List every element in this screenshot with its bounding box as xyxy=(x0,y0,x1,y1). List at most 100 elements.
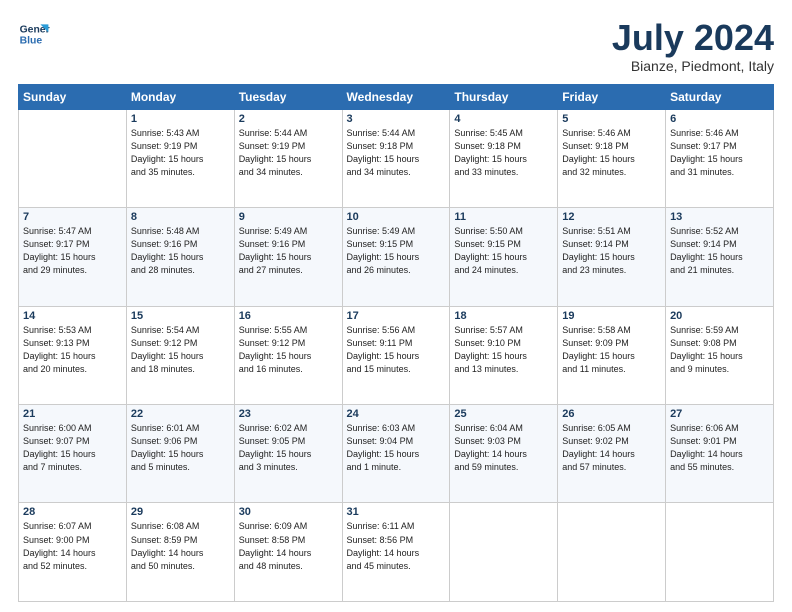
day-info: Sunrise: 6:04 AMSunset: 9:03 PMDaylight:… xyxy=(454,422,553,474)
table-row xyxy=(558,503,666,602)
day-number: 22 xyxy=(131,408,230,420)
day-number: 20 xyxy=(670,310,769,322)
day-info: Sunrise: 5:47 AMSunset: 9:17 PMDaylight:… xyxy=(23,225,122,277)
location: Bianze, Piedmont, Italy xyxy=(612,58,774,74)
day-number: 7 xyxy=(23,211,122,223)
table-row: 7 Sunrise: 5:47 AMSunset: 9:17 PMDaylight… xyxy=(19,208,127,306)
day-info: Sunrise: 6:05 AMSunset: 9:02 PMDaylight:… xyxy=(562,422,661,474)
day-info: Sunrise: 5:44 AMSunset: 9:18 PMDaylight:… xyxy=(347,127,446,179)
day-info: Sunrise: 5:53 AMSunset: 9:13 PMDaylight:… xyxy=(23,324,122,376)
calendar-week-3: 14 Sunrise: 5:53 AMSunset: 9:13 PMDayligh… xyxy=(19,306,774,404)
table-row: 4Sunrise: 5:45 AMSunset: 9:18 PMDaylight… xyxy=(450,109,558,207)
day-info: Sunrise: 5:50 AMSunset: 9:15 PMDaylight:… xyxy=(454,225,553,277)
table-row: 16Sunrise: 5:55 AMSunset: 9:12 PMDayligh… xyxy=(234,306,342,404)
day-info: Sunrise: 5:57 AMSunset: 9:10 PMDaylight:… xyxy=(454,324,553,376)
day-info: Sunrise: 6:01 AMSunset: 9:06 PMDaylight:… xyxy=(131,422,230,474)
day-info: Sunrise: 5:46 AMSunset: 9:18 PMDaylight:… xyxy=(562,127,661,179)
day-number: 24 xyxy=(347,408,446,420)
table-row: 11 Sunrise: 5:50 AMSunset: 9:15 PMDayligh… xyxy=(450,208,558,306)
day-info: Sunrise: 6:07 AMSunset: 9:00 PMDaylight:… xyxy=(23,520,122,572)
month-title: July 2024 xyxy=(612,18,774,58)
day-info: Sunrise: 5:49 AMSunset: 9:16 PMDaylight:… xyxy=(239,225,338,277)
col-saturday: Saturday xyxy=(666,84,774,109)
day-number: 5 xyxy=(562,113,661,125)
day-info: Sunrise: 6:03 AMSunset: 9:04 PMDaylight:… xyxy=(347,422,446,474)
table-row: 6 Sunrise: 5:46 AMSunset: 9:17 PMDaylight… xyxy=(666,109,774,207)
col-sunday: Sunday xyxy=(19,84,127,109)
col-thursday: Thursday xyxy=(450,84,558,109)
table-row: 29Sunrise: 6:08 AMSunset: 8:59 PMDayligh… xyxy=(126,503,234,602)
table-row: 21 Sunrise: 6:00 AMSunset: 9:07 PMDayligh… xyxy=(19,405,127,503)
table-row: 31Sunrise: 6:11 AMSunset: 8:56 PMDayligh… xyxy=(342,503,450,602)
day-number: 25 xyxy=(454,408,553,420)
table-row: 30 Sunrise: 6:09 AMSunset: 8:58 PMDayligh… xyxy=(234,503,342,602)
day-number: 1 xyxy=(131,113,230,125)
day-info: Sunrise: 5:55 AMSunset: 9:12 PMDaylight:… xyxy=(239,324,338,376)
table-row: 3 Sunrise: 5:44 AMSunset: 9:18 PMDaylight… xyxy=(342,109,450,207)
day-info: Sunrise: 5:52 AMSunset: 9:14 PMDaylight:… xyxy=(670,225,769,277)
table-row: 24 Sunrise: 6:03 AMSunset: 9:04 PMDayligh… xyxy=(342,405,450,503)
table-row: 1 Sunrise: 5:43 AMSunset: 9:19 PMDaylight… xyxy=(126,109,234,207)
day-number: 10 xyxy=(347,211,446,223)
header: General Blue General Blue July 2024 Bian… xyxy=(18,18,774,74)
day-number: 19 xyxy=(562,310,661,322)
day-number: 26 xyxy=(562,408,661,420)
table-row: 20 Sunrise: 5:59 AMSunset: 9:08 PMDayligh… xyxy=(666,306,774,404)
title-block: July 2024 Bianze, Piedmont, Italy xyxy=(612,18,774,74)
day-info: Sunrise: 6:06 AMSunset: 9:01 PMDaylight:… xyxy=(670,422,769,474)
day-info: Sunrise: 5:48 AMSunset: 9:16 PMDaylight:… xyxy=(131,225,230,277)
day-info: Sunrise: 5:51 AMSunset: 9:14 PMDaylight:… xyxy=(562,225,661,277)
day-info: Sunrise: 6:08 AMSunset: 8:59 PMDaylight:… xyxy=(131,520,230,572)
day-number: 17 xyxy=(347,310,446,322)
day-number: 11 xyxy=(454,211,553,223)
table-row: 23Sunrise: 6:02 AMSunset: 9:05 PMDayligh… xyxy=(234,405,342,503)
day-number: 3 xyxy=(347,113,446,125)
calendar-week-4: 21 Sunrise: 6:00 AMSunset: 9:07 PMDayligh… xyxy=(19,405,774,503)
day-number: 30 xyxy=(239,506,338,518)
day-number: 9 xyxy=(239,211,338,223)
col-monday: Monday xyxy=(126,84,234,109)
table-row: 27Sunrise: 6:06 AMSunset: 9:01 PMDayligh… xyxy=(666,405,774,503)
col-friday: Friday xyxy=(558,84,666,109)
table-row: 15 Sunrise: 5:54 AMSunset: 9:12 PMDayligh… xyxy=(126,306,234,404)
day-info: Sunrise: 5:45 AMSunset: 9:18 PMDaylight:… xyxy=(454,127,553,179)
calendar-week-1: 1 Sunrise: 5:43 AMSunset: 9:19 PMDaylight… xyxy=(19,109,774,207)
page: General Blue General Blue July 2024 Bian… xyxy=(0,0,792,612)
header-row: Sunday Monday Tuesday Wednesday Thursday… xyxy=(19,84,774,109)
table-row: 17Sunrise: 5:56 AMSunset: 9:11 PMDayligh… xyxy=(342,306,450,404)
table-row: 12 Sunrise: 5:51 AMSunset: 9:14 PMDayligh… xyxy=(558,208,666,306)
day-info: Sunrise: 6:09 AMSunset: 8:58 PMDaylight:… xyxy=(239,520,338,572)
day-number: 14 xyxy=(23,310,122,322)
table-row: 13 Sunrise: 5:52 AMSunset: 9:14 PMDayligh… xyxy=(666,208,774,306)
day-info: Sunrise: 5:43 AMSunset: 9:19 PMDaylight:… xyxy=(131,127,230,179)
day-number: 15 xyxy=(131,310,230,322)
table-row xyxy=(666,503,774,602)
logo-icon: General Blue xyxy=(18,18,50,50)
table-row: 2 Sunrise: 5:44 AMSunset: 9:19 PMDaylight… xyxy=(234,109,342,207)
day-info: Sunrise: 5:59 AMSunset: 9:08 PMDaylight:… xyxy=(670,324,769,376)
day-number: 2 xyxy=(239,113,338,125)
day-info: Sunrise: 5:44 AMSunset: 9:19 PMDaylight:… xyxy=(239,127,338,179)
table-row: 25 Sunrise: 6:04 AMSunset: 9:03 PMDayligh… xyxy=(450,405,558,503)
day-number: 13 xyxy=(670,211,769,223)
table-row: 22 Sunrise: 6:01 AMSunset: 9:06 PMDayligh… xyxy=(126,405,234,503)
table-row xyxy=(19,109,127,207)
day-info: Sunrise: 5:49 AMSunset: 9:15 PMDaylight:… xyxy=(347,225,446,277)
svg-text:Blue: Blue xyxy=(20,36,43,47)
calendar-table: Sunday Monday Tuesday Wednesday Thursday… xyxy=(18,84,774,602)
day-info: Sunrise: 5:54 AMSunset: 9:12 PMDaylight:… xyxy=(131,324,230,376)
table-row: 19Sunrise: 5:58 AMSunset: 9:09 PMDayligh… xyxy=(558,306,666,404)
table-row: 26 Sunrise: 6:05 AMSunset: 9:02 PMDayligh… xyxy=(558,405,666,503)
calendar-week-2: 7 Sunrise: 5:47 AMSunset: 9:17 PMDaylight… xyxy=(19,208,774,306)
day-info: Sunrise: 5:46 AMSunset: 9:17 PMDaylight:… xyxy=(670,127,769,179)
table-row: 9 Sunrise: 5:49 AMSunset: 9:16 PMDaylight… xyxy=(234,208,342,306)
calendar-week-5: 28Sunrise: 6:07 AMSunset: 9:00 PMDayligh… xyxy=(19,503,774,602)
day-number: 6 xyxy=(670,113,769,125)
day-number: 12 xyxy=(562,211,661,223)
table-row: 28Sunrise: 6:07 AMSunset: 9:00 PMDayligh… xyxy=(19,503,127,602)
day-number: 21 xyxy=(23,408,122,420)
table-row: 18Sunrise: 5:57 AMSunset: 9:10 PMDayligh… xyxy=(450,306,558,404)
day-info: Sunrise: 6:00 AMSunset: 9:07 PMDaylight:… xyxy=(23,422,122,474)
day-number: 31 xyxy=(347,506,446,518)
col-wednesday: Wednesday xyxy=(342,84,450,109)
